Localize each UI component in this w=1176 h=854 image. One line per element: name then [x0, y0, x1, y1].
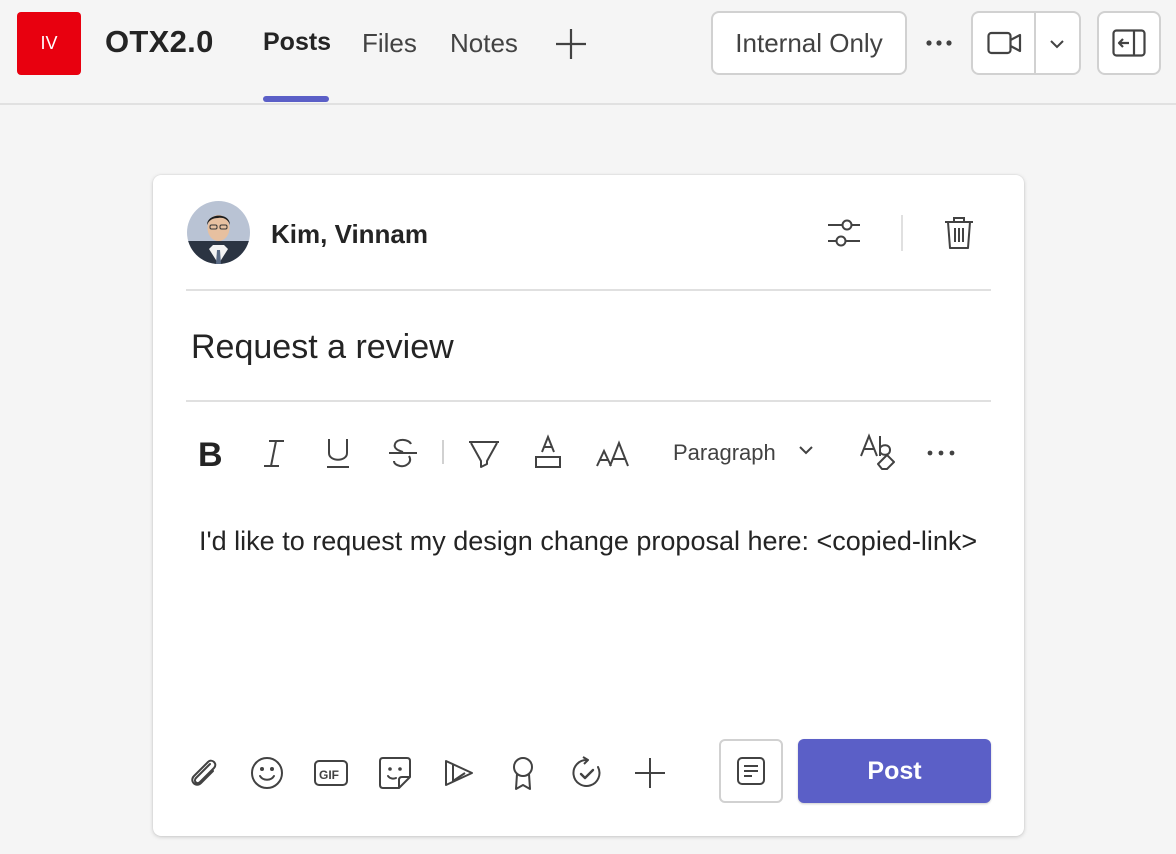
- more-horizontal-icon: [927, 450, 955, 456]
- chevron-down-icon: [799, 446, 813, 455]
- attach-icon: [191, 759, 217, 786]
- compose-post-card: Kim, Vinnam Request a review B Paragraph…: [153, 175, 1024, 836]
- praise-icon: [513, 757, 533, 790]
- highlight-button[interactable]: [467, 433, 501, 473]
- header-divider: [901, 215, 903, 251]
- tab-notes[interactable]: Notes: [450, 28, 518, 59]
- meet-now-button[interactable]: [973, 13, 1034, 73]
- underline-icon: [327, 439, 349, 468]
- gif-button[interactable]: GIF: [313, 755, 349, 791]
- underline-button[interactable]: [323, 433, 353, 473]
- praise-button[interactable]: [505, 755, 541, 791]
- subject-input[interactable]: Request a review: [191, 328, 454, 367]
- avatar: [187, 201, 250, 264]
- tab-posts[interactable]: Posts: [263, 28, 331, 57]
- meet-button-group: [971, 11, 1081, 75]
- more-formatting-button[interactable]: [924, 440, 958, 480]
- author-name: Kim, Vinnam: [271, 219, 429, 249]
- sensitivity-label-button[interactable]: Internal Only: [711, 11, 907, 75]
- attach-file-button[interactable]: [186, 755, 222, 791]
- sticker-icon: [379, 757, 411, 789]
- video-camera-icon: [987, 31, 1022, 55]
- clear-formatting-icon: [860, 433, 895, 470]
- discard-post-button[interactable]: [942, 215, 976, 251]
- add-subject-button[interactable]: [719, 739, 783, 803]
- strikethrough-button[interactable]: [387, 433, 419, 473]
- team-avatar[interactable]: IV: [17, 12, 81, 75]
- strikethrough-icon: [389, 438, 417, 468]
- post-options-button[interactable]: [826, 217, 862, 249]
- divider-subject: [186, 400, 991, 402]
- highlight-icon: [469, 441, 499, 468]
- font-size-button[interactable]: [595, 433, 631, 473]
- plus-icon: [556, 29, 586, 59]
- gif-icon: GIF: [314, 760, 348, 786]
- paragraph-style-label: Paragraph: [673, 440, 776, 465]
- post-button[interactable]: Post: [798, 739, 991, 803]
- team-name: OTX2.0: [105, 24, 214, 59]
- approvals-icon: [572, 756, 601, 787]
- italic-button[interactable]: [259, 433, 289, 473]
- toggle-side-panel-button[interactable]: [1097, 11, 1161, 75]
- sticker-button[interactable]: [377, 755, 413, 791]
- message-body-editor[interactable]: I'd like to request my design change pro…: [199, 521, 979, 561]
- paragraph-dropdown-chevron[interactable]: [797, 443, 815, 483]
- font-size-icon: [596, 440, 629, 467]
- sliders-icon: [828, 219, 860, 247]
- meet-dropdown-button[interactable]: [1036, 13, 1079, 73]
- svg-text:B: B: [198, 436, 223, 473]
- font-color-button[interactable]: [533, 433, 563, 473]
- more-apps-button[interactable]: [632, 755, 668, 791]
- clear-formatting-button[interactable]: [858, 430, 898, 470]
- approvals-button[interactable]: [569, 755, 605, 791]
- plus-icon: [635, 758, 665, 788]
- font-color-icon: [535, 434, 561, 468]
- more-options-button[interactable]: [920, 28, 960, 58]
- add-tab-button[interactable]: [554, 27, 588, 61]
- bold-icon: B: [198, 436, 223, 473]
- channel-header: IV OTX2.0 Posts Files Notes Internal Onl…: [0, 0, 1176, 105]
- more-horizontal-icon: [926, 40, 952, 46]
- panel-left-icon: [1112, 29, 1146, 57]
- chevron-down-icon: [1050, 40, 1064, 49]
- loop-icon: [445, 760, 473, 786]
- team-initials: IV: [40, 33, 58, 53]
- paragraph-style-dropdown[interactable]: Paragraph: [673, 440, 776, 466]
- tab-files[interactable]: Files: [362, 28, 417, 59]
- sensitivity-label: Internal Only: [735, 27, 883, 58]
- toolbar-separator: [442, 440, 444, 464]
- emoji-button[interactable]: [249, 755, 285, 791]
- emoji-icon: [251, 757, 283, 789]
- svg-text:GIF: GIF: [319, 768, 339, 782]
- divider-top: [186, 289, 991, 291]
- trash-icon: [945, 217, 973, 249]
- bold-button[interactable]: B: [195, 433, 225, 473]
- italic-icon: [264, 440, 284, 467]
- loop-component-button[interactable]: [441, 755, 477, 791]
- subject-icon: [737, 757, 765, 785]
- active-tab-indicator: [263, 96, 329, 102]
- post-button-label: Post: [867, 756, 922, 785]
